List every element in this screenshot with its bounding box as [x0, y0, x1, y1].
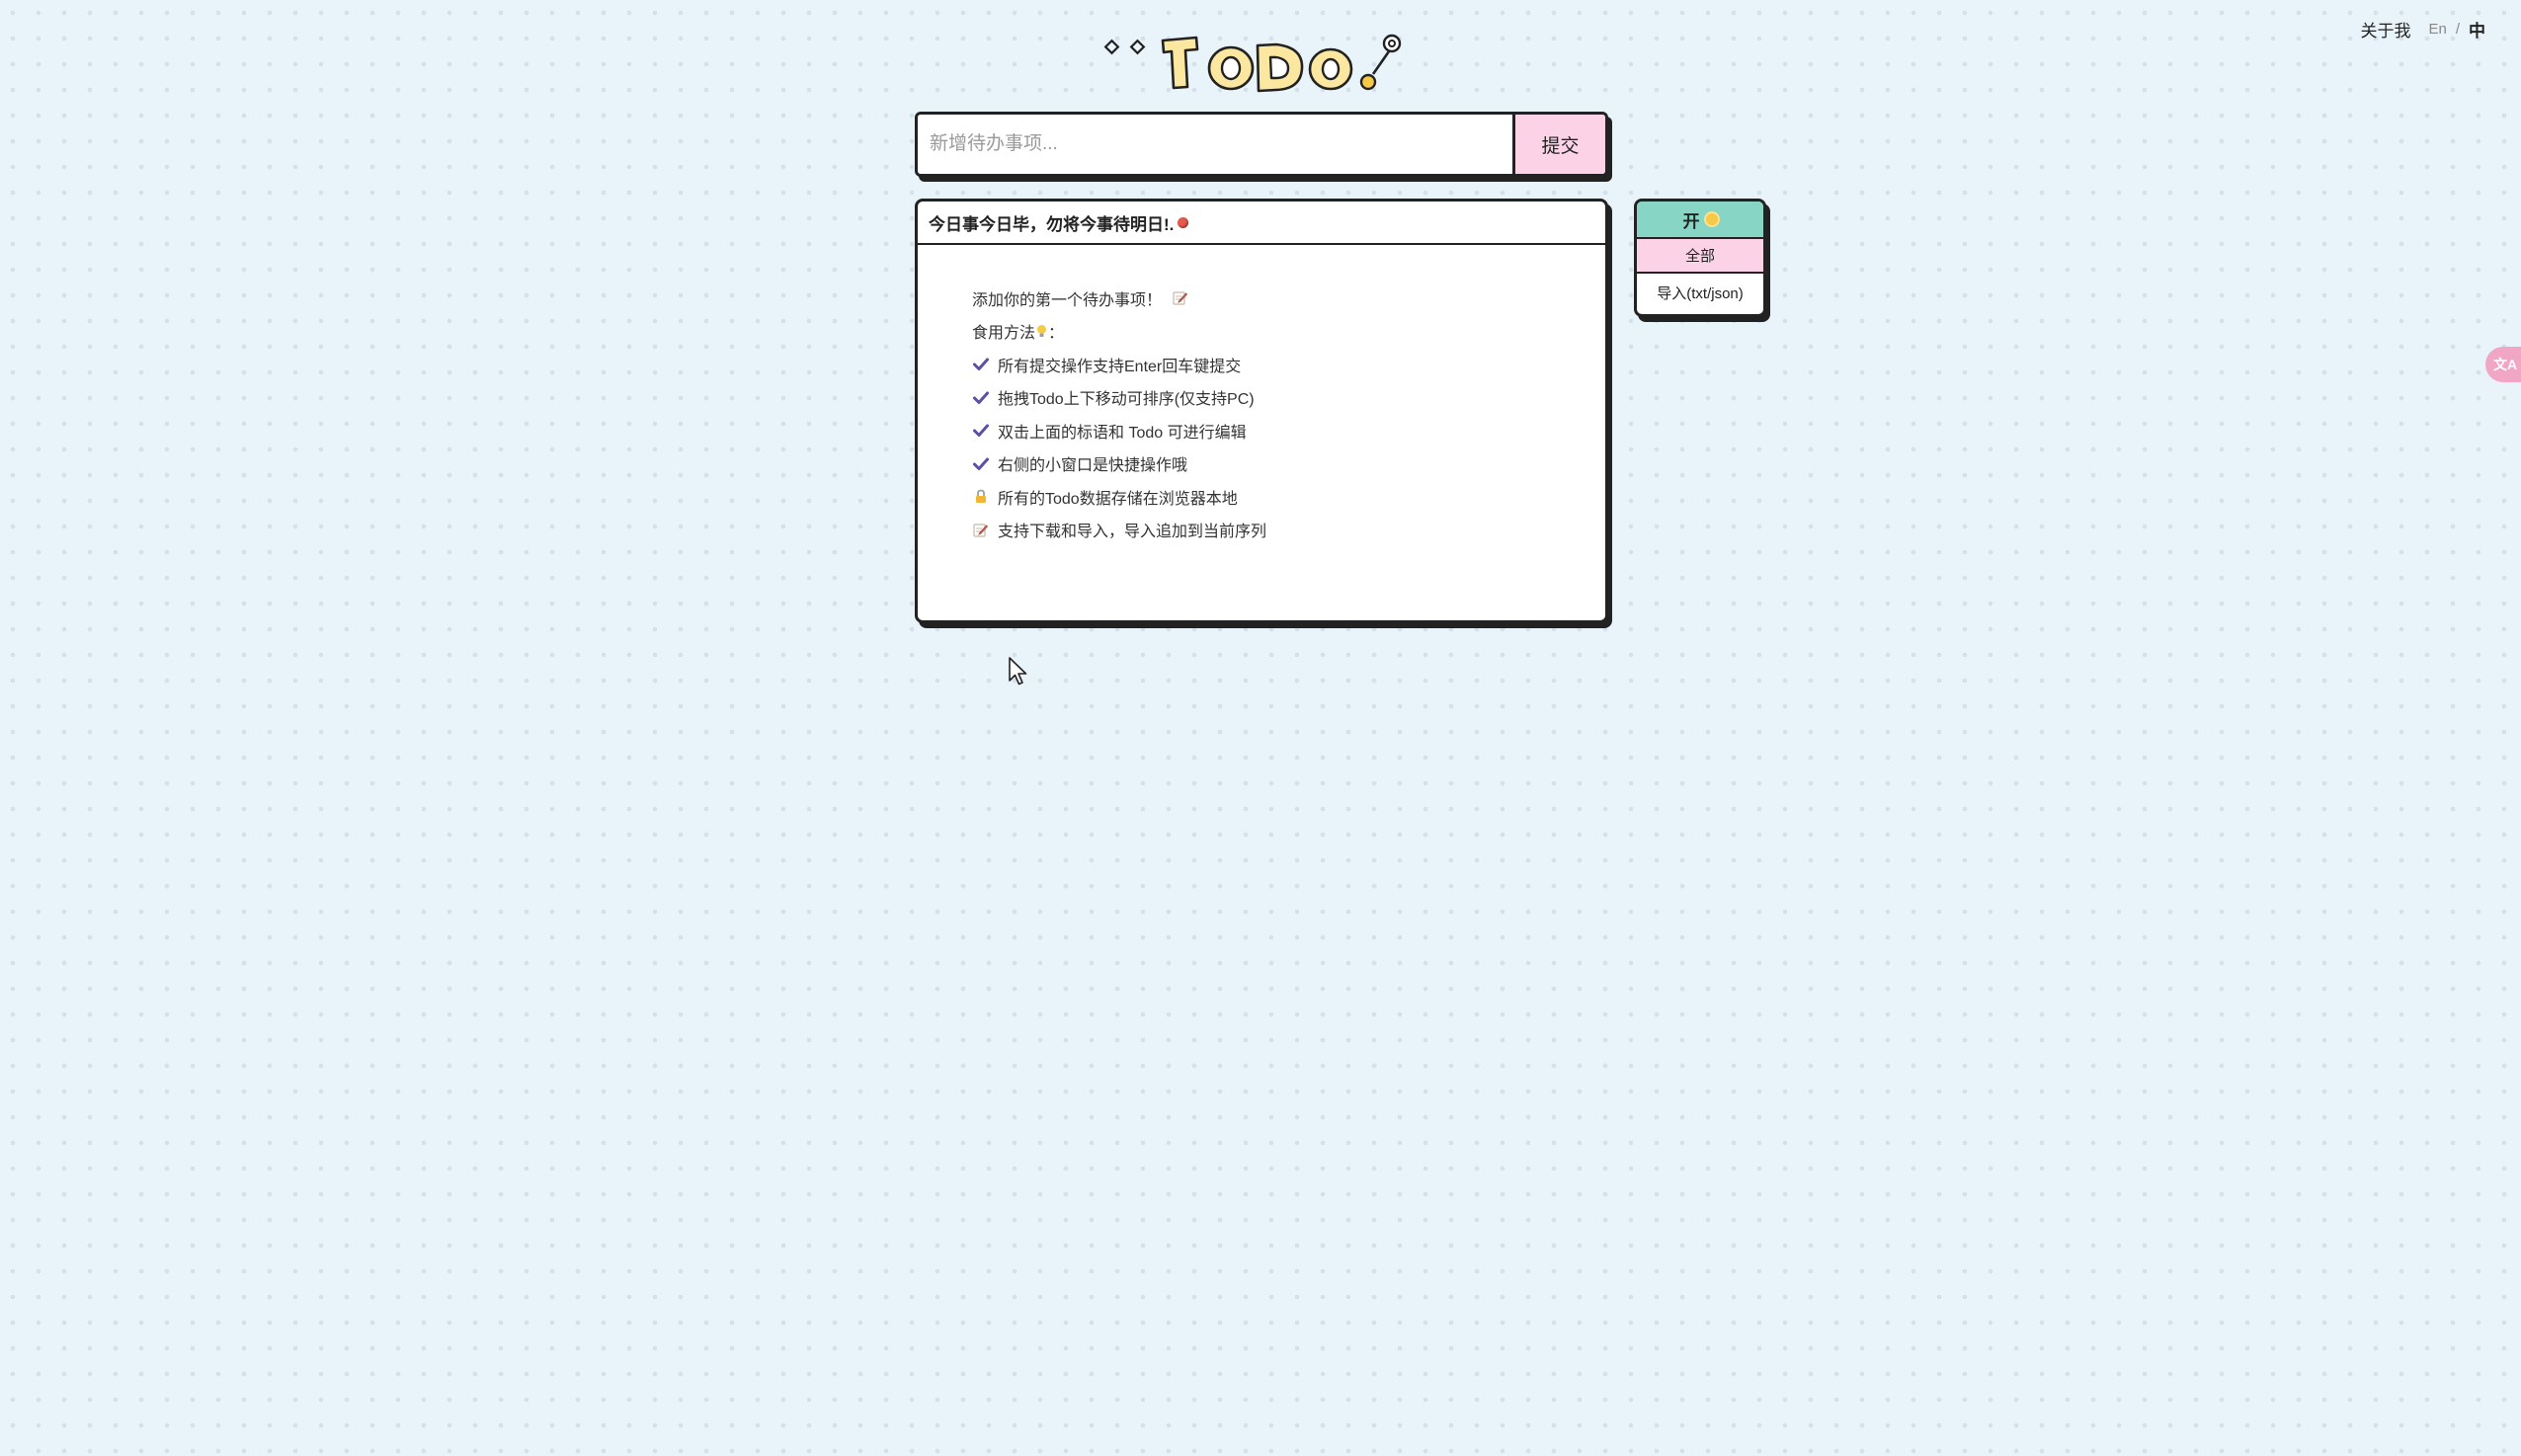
- translate-icon: 文A: [2493, 357, 2518, 372]
- tip-item: 右侧的小窗口是快捷操作哦: [972, 447, 1605, 481]
- todo-logo: [1102, 30, 1405, 101]
- lang-en-link[interactable]: En: [2428, 21, 2446, 38]
- todo-card-title[interactable]: 今日事今日毕，勿将今事待明日!.: [929, 210, 1174, 235]
- panel-toggle-button[interactable]: 开: [1637, 202, 1763, 239]
- new-todo-form: 提交: [915, 112, 1608, 177]
- usage-suffix: ：: [1048, 325, 1065, 343]
- memo-icon: [1173, 290, 1188, 305]
- empty-state: 添加你的第一个待办事项！ 食用方法 ： 所有提交操作支持Enter回车键提交 拖…: [918, 245, 1605, 546]
- sun-icon: [1705, 213, 1718, 225]
- lang-zh-link[interactable]: 中: [2469, 17, 2485, 41]
- tip-item: 所有提交操作支持Enter回车键提交: [972, 348, 1605, 381]
- tip-text: 右侧的小窗口是快捷操作哦: [998, 457, 1188, 475]
- tip-text: 拖拽Todo上下移动可排序(仅支持PC): [998, 391, 1255, 409]
- memo-icon: [972, 522, 989, 538]
- import-button[interactable]: 导入(txt/json): [1637, 274, 1763, 311]
- filter-all-button[interactable]: 全部: [1637, 239, 1763, 274]
- todo-card-header[interactable]: 今日事今日毕，勿将今事待明日!.: [918, 202, 1605, 245]
- translate-float-button[interactable]: 文A: [2485, 347, 2521, 382]
- check-icon: [972, 455, 989, 472]
- todo-logo-graphic: [1103, 34, 1402, 93]
- lightbulb-icon: [1036, 324, 1047, 338]
- tip-item: 双击上面的标语和 Todo 可进行编辑: [972, 414, 1605, 447]
- empty-intro-text: 添加你的第一个待办事项！: [972, 291, 1163, 309]
- tip-item: 支持下载和导入，导入追加到当前序列: [972, 514, 1605, 547]
- check-icon: [972, 389, 989, 406]
- about-me-link[interactable]: 关于我: [2360, 17, 2410, 41]
- check-icon: [972, 356, 989, 372]
- red-dot-icon: [1178, 216, 1189, 228]
- quick-actions-panel: 开 全部 导入(txt/json): [1634, 199, 1766, 317]
- todo-card: 今日事今日毕，勿将今事待明日!. 添加你的第一个待办事项！ 食用方法 ： 所有提…: [915, 199, 1608, 623]
- check-icon: [972, 422, 989, 439]
- lang-separator: /: [2455, 21, 2460, 38]
- lock-icon: [972, 488, 989, 505]
- tip-text: 所有的Todo数据存储在浏览器本地: [998, 490, 1238, 508]
- tip-item: 拖拽Todo上下移动可排序(仅支持PC): [972, 381, 1605, 415]
- mouse-cursor-icon: [1008, 656, 1029, 688]
- usage-label-line: 食用方法 ：: [972, 315, 1605, 349]
- new-todo-input[interactable]: [918, 115, 1512, 174]
- tip-text: 所有提交操作支持Enter回车键提交: [998, 358, 1242, 375]
- tip-text: 双击上面的标语和 Todo 可进行编辑: [998, 424, 1247, 442]
- top-nav: 关于我 En / 中: [2360, 17, 2485, 41]
- empty-intro-line: 添加你的第一个待办事项！: [972, 282, 1605, 315]
- tip-item: 所有的Todo数据存储在浏览器本地: [972, 480, 1605, 514]
- usage-label: 食用方法: [972, 325, 1036, 343]
- panel-toggle-label: 开: [1682, 211, 1700, 231]
- submit-button[interactable]: 提交: [1512, 115, 1605, 174]
- tip-text: 支持下载和导入，导入追加到当前序列: [998, 524, 1267, 541]
